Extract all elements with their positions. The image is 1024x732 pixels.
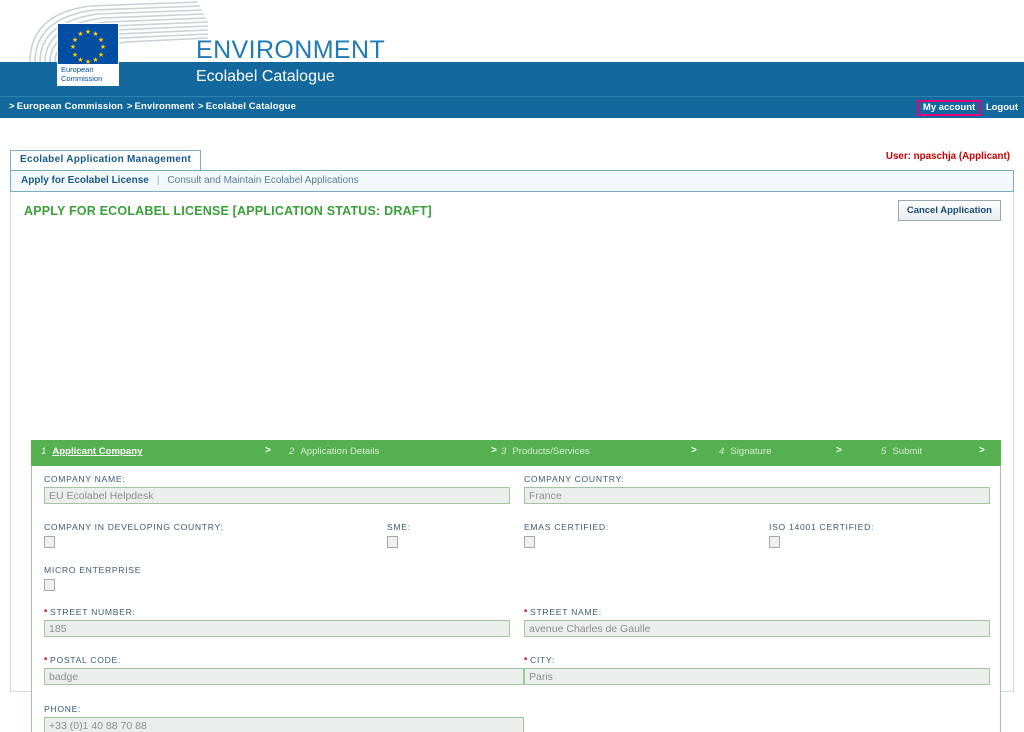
field-developing-country: COMPANY IN DEVELOPING COUNTRY:	[44, 522, 224, 548]
application-panel: Ecolabel Application Management User: np…	[10, 150, 1014, 732]
phone-input[interactable]	[44, 717, 524, 732]
company-name-input[interactable]	[44, 487, 510, 504]
postal-code-label: * POSTAL CODE:	[44, 655, 122, 665]
iso-certified-label: ISO 14001 CERTIFIED:	[769, 522, 875, 532]
wizard-chevron-icon-5: >	[979, 445, 985, 456]
breadcrumb-separator-icon: >	[198, 101, 204, 112]
sme-label: SME:	[387, 522, 411, 532]
micro-enterprise-checkbox[interactable]	[44, 579, 55, 591]
menu-item-consult-and-maintain[interactable]: Consult and Maintain Ecolabel Applicatio…	[167, 175, 358, 186]
menu-item-apply-for-ecolabel-license[interactable]: Apply for Ecolabel License	[21, 175, 149, 186]
field-micro-enterprise: MICRO ENTERPRISE	[44, 565, 141, 591]
wizard-chevron-icon-3: >	[691, 445, 697, 456]
header-content-gap	[0, 118, 1024, 150]
required-asterisk-icon: *	[44, 655, 49, 665]
cancel-application-button[interactable]: Cancel Application	[897, 200, 1001, 221]
breadcrumb-item-environment[interactable]: Environment	[135, 101, 195, 112]
field-street-name: * STREET NAME:	[524, 607, 990, 637]
developing-country-label: COMPANY IN DEVELOPING COUNTRY:	[44, 522, 224, 532]
page-title: APPLY FOR ECOLABEL LICENSE [APPLICATION …	[24, 204, 432, 218]
phone-label: PHONE:	[44, 704, 82, 714]
emas-certified-checkbox[interactable]	[524, 536, 535, 548]
wizard-step-2-number: 2	[289, 446, 295, 457]
street-number-input[interactable]	[44, 620, 510, 637]
iso-certified-checkbox[interactable]	[769, 536, 780, 548]
wizard-step-1-number: 1	[41, 446, 47, 457]
field-phone: PHONE:	[44, 704, 524, 732]
my-account-link[interactable]: My account	[923, 102, 975, 113]
wizard-chevron-icon-1: >	[265, 445, 271, 456]
wizard-step-3-label: Products/Services	[512, 446, 590, 457]
wizard-step-2[interactable]: 2 Application Details	[289, 446, 379, 457]
postal-code-input[interactable]	[44, 668, 524, 685]
company-country-label: COMPANY COUNTRY:	[524, 474, 625, 484]
eu-logo-caption: European Commission	[61, 65, 103, 83]
field-city: * CITY:	[524, 655, 990, 685]
app-menu-bar: Apply for Ecolabel License | Consult and M…	[10, 170, 1014, 192]
street-name-label: * STREET NAME:	[524, 607, 602, 617]
site-header: ★ ★ ★ ★ ★ ★ ★ ★ ★ ★ ★ ★ European Commiss…	[0, 0, 1024, 96]
field-emas-certified: EMAS CERTIFIED:	[524, 522, 609, 548]
street-name-input[interactable]	[524, 620, 990, 637]
page-content: APPLY FOR ECOLABEL LICENSE [APPLICATION …	[10, 192, 1014, 732]
wizard-step-5-number: 5	[881, 446, 887, 457]
field-company-country: COMPANY COUNTRY:	[524, 474, 990, 504]
emas-certified-label: EMAS CERTIFIED:	[524, 522, 609, 532]
sme-checkbox[interactable]	[387, 536, 398, 548]
field-company-name: COMPANY NAME:	[44, 474, 510, 504]
wizard-step-1-label: Applicant Company	[52, 446, 143, 457]
wizard-step-5[interactable]: 5 Submit	[881, 446, 922, 457]
field-iso-certified: ISO 14001 CERTIFIED:	[769, 522, 874, 548]
company-name-label: COMPANY NAME:	[44, 474, 126, 484]
city-input[interactable]	[524, 668, 990, 685]
tab-ecolabel-application-management[interactable]: Ecolabel Application Management	[10, 150, 202, 170]
developing-country-checkbox[interactable]	[44, 536, 55, 548]
wizard-chevron-icon-4: >	[836, 445, 842, 456]
wizard-step-4-number: 4	[719, 446, 725, 457]
required-asterisk-icon: *	[524, 607, 529, 617]
required-asterisk-icon: *	[524, 655, 529, 665]
menu-separator: |	[156, 175, 160, 186]
my-account-highlight: My account	[916, 100, 982, 116]
logout-link[interactable]: Logout	[986, 102, 1018, 113]
wizard-step-5-label: Submit	[892, 446, 923, 457]
breadcrumb: > European Commission > Environment > Ecola…	[8, 101, 296, 112]
breadcrumb-bar: > European Commission > Environment > Ecola…	[0, 96, 1024, 118]
wizard-step-4[interactable]: 4 Signature	[719, 446, 771, 457]
breadcrumb-item-ecolabel-catalogue[interactable]: Ecolabel Catalogue	[206, 101, 296, 112]
account-links: My account Logout	[916, 100, 1018, 116]
site-subtitle: Ecolabel Catalogue	[196, 68, 335, 85]
wizard-step-3[interactable]: 3 Products/Services	[501, 446, 590, 457]
city-label: * CITY:	[524, 655, 556, 665]
wizard-step-2-label: Application Details	[300, 446, 380, 457]
site-title: ENVIRONMENT	[196, 36, 386, 64]
cancel-application-wrap: Cancel Application	[897, 200, 1001, 221]
breadcrumb-separator-icon: >	[126, 101, 133, 112]
user-info: User: npaschja (Applicant)	[885, 151, 1010, 162]
eu-flag-logo: ★ ★ ★ ★ ★ ★ ★ ★ ★ ★ ★ ★ European Commiss…	[57, 23, 119, 86]
header-blue-band	[0, 62, 1024, 96]
field-postal-code: * POSTAL CODE:	[44, 655, 524, 685]
wizard-chevron-icon-2: >	[491, 445, 497, 456]
company-country-input[interactable]	[524, 487, 990, 504]
micro-enterprise-label: MICRO ENTERPRISE	[44, 565, 142, 575]
app-tabstrip: Ecolabel Application Management User: np…	[10, 150, 1014, 170]
wizard-step-4-label: Signature	[730, 446, 772, 457]
wizard-step-bar: 1 Applicant Company > 2 Application Detail…	[31, 440, 1001, 466]
field-street-number: * STREET NUMBER:	[44, 607, 510, 637]
required-asterisk-icon: *	[44, 607, 49, 617]
wizard-step-3-number: 3	[501, 446, 507, 457]
eu-flag-icon: ★ ★ ★ ★ ★ ★ ★ ★ ★ ★ ★ ★	[58, 24, 118, 66]
breadcrumb-item-european-commission[interactable]: European Commission	[17, 101, 123, 112]
applicant-company-form: COMPANY NAME: COMPANY COUNTRY: COMPANY I…	[31, 466, 1001, 732]
breadcrumb-separator-icon: >	[9, 101, 15, 112]
street-number-label: * STREET NUMBER:	[44, 607, 136, 617]
field-sme: SME:	[387, 522, 411, 548]
wizard-step-1[interactable]: 1 Applicant Company	[41, 446, 142, 457]
